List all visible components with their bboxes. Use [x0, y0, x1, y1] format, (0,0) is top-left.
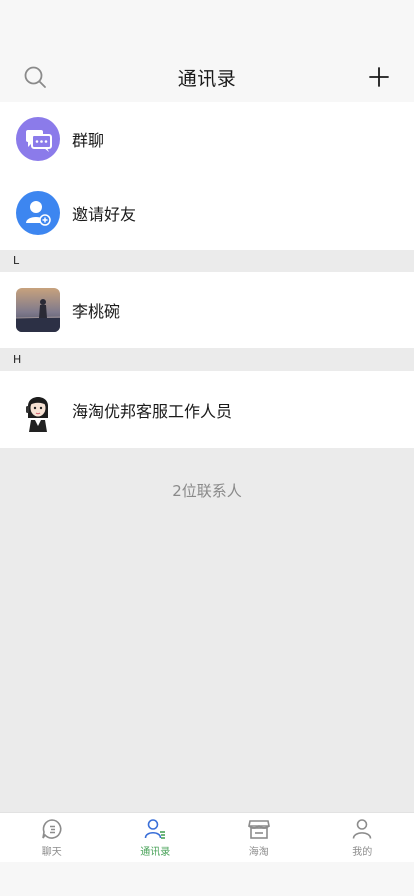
- chat-bubbles-icon: [16, 117, 60, 161]
- contact-row[interactable]: 海淘优邦客服工作人员: [0, 371, 414, 448]
- section-header-h: H: [0, 349, 414, 371]
- bottom-tab-bar: 聊天 通讯录 海淘 我的: [0, 812, 414, 862]
- tab-store-label: 海淘: [248, 847, 269, 858]
- home-indicator-area: [0, 862, 414, 896]
- top-actions-list: 群聊 邀请好友: [0, 102, 414, 250]
- section-header-l: L: [0, 250, 414, 272]
- add-person-icon: [16, 191, 60, 235]
- plus-icon[interactable]: [366, 64, 392, 90]
- contact-row[interactable]: 李桃碗: [0, 272, 414, 348]
- profile-icon: [352, 819, 372, 839]
- tab-contacts[interactable]: 通讯录: [104, 813, 208, 862]
- invite-friend-item[interactable]: 邀请好友: [0, 176, 414, 250]
- top-nav-bar: 通讯录: [0, 52, 414, 102]
- contacts-screen: 通讯录 群聊 邀请好友 L 李桃碗 H 海淘优邦客服工作人员 2位联系人 聊天 …: [0, 0, 414, 896]
- contacts-icon: [144, 819, 166, 839]
- tab-contacts-label: 通讯录: [140, 847, 171, 858]
- store-icon: [247, 820, 270, 839]
- contact-name: 海淘优邦客服工作人员: [72, 401, 233, 421]
- tab-profile[interactable]: 我的: [311, 813, 414, 862]
- section-l-list: 李桃碗: [0, 272, 414, 348]
- tab-chat[interactable]: 聊天: [0, 813, 104, 862]
- chat-icon: [41, 819, 62, 839]
- page-title: 通讯录: [177, 67, 237, 90]
- photo-avatar: [16, 288, 60, 332]
- search-icon[interactable]: [22, 64, 48, 90]
- tab-store[interactable]: 海淘: [207, 813, 311, 862]
- group-chat-label: 群聊: [72, 131, 105, 150]
- invite-friend-label: 邀请好友: [72, 205, 137, 224]
- cartoon-avatar: [16, 387, 60, 432]
- group-chat-item[interactable]: 群聊: [0, 102, 414, 176]
- status-bar-area: [0, 0, 414, 52]
- tab-profile-label: 我的: [352, 847, 373, 858]
- section-h-list: 海淘优邦客服工作人员: [0, 371, 414, 448]
- contact-name: 李桃碗: [72, 302, 121, 321]
- tab-chat-label: 聊天: [41, 847, 62, 858]
- contact-count: 2位联系人: [172, 482, 242, 500]
